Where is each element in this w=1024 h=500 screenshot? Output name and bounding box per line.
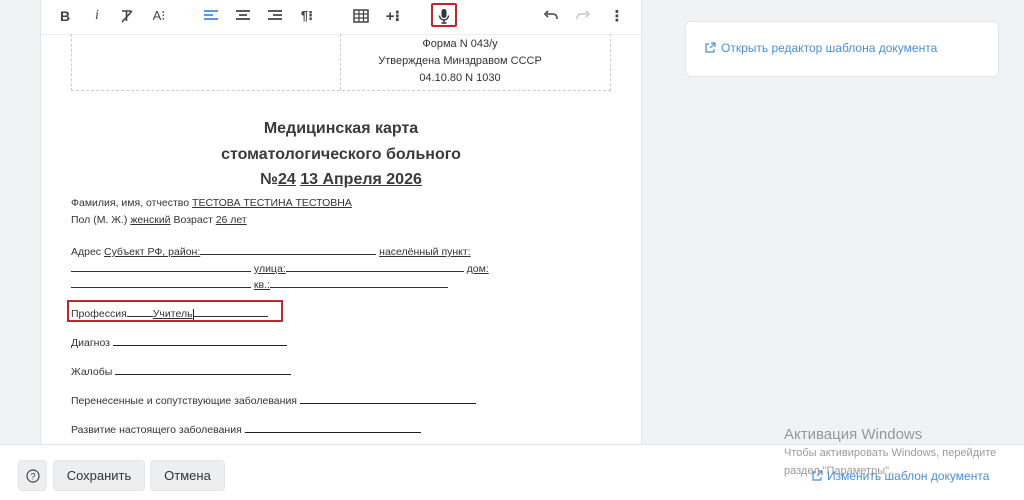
insert-icon: +⁝ — [385, 8, 401, 25]
help-button[interactable]: ? — [18, 460, 47, 491]
age-value: 26 лет — [215, 214, 247, 226]
complaints-label: Жалобы — [71, 366, 113, 378]
redo-icon — [576, 10, 591, 19]
card-number: 24 — [277, 171, 296, 188]
profession-row[interactable]: Профессия Учитель — [71, 306, 268, 320]
font-size-icon: A⁝ — [152, 8, 166, 23]
development-row: Развитие настоящего заболевания — [71, 422, 421, 436]
card-date: 13 Апреля 2026 — [300, 171, 422, 188]
editor-toolbar: B i A⁝ ¶⁝ +⁝ ⋮ — [41, 0, 641, 35]
align-left-button[interactable] — [201, 4, 221, 28]
bold-icon: B — [59, 8, 71, 24]
undo-icon — [543, 10, 558, 19]
diseases-label: Перенесенные и сопутствующие заболевания — [71, 395, 297, 407]
house-label: дом: — [466, 263, 489, 275]
house-blank[interactable] — [71, 277, 251, 288]
form-number: Форма N 043/у — [422, 38, 498, 50]
undo-button[interactable] — [541, 4, 561, 28]
profession-value[interactable]: Учитель — [153, 308, 193, 320]
open-template-editor-link[interactable]: Открыть редактор шаблона документа — [704, 41, 937, 55]
more-button[interactable]: ⋮ — [607, 4, 627, 28]
document-title-line2: стоматологического больного — [221, 146, 461, 163]
align-left-icon — [204, 10, 218, 20]
more-icon: ⋮ — [609, 8, 625, 25]
document-title-line1: Медицинская карта — [263, 120, 419, 137]
change-template-link[interactable]: Изменить шаблон документа — [811, 469, 989, 483]
diagnosis-row: Диагноз — [71, 335, 287, 349]
fio-value: ТЕСТОВА ТЕСТИНА ТЕСТОВНА — [192, 197, 352, 209]
external-link-icon — [705, 42, 716, 53]
profession-blank-trail — [193, 306, 268, 317]
sex-age-row: Пол (М. Ж.) женский Возраст 26 лет — [71, 214, 247, 226]
align-right-button[interactable] — [265, 4, 285, 28]
watermark-title: Активация Windows — [784, 426, 923, 443]
document-title-number: №24 13 Апреля 2026 — [41, 171, 641, 189]
open-template-editor-label: Открыть редактор шаблона документа — [721, 41, 938, 55]
form-date: 04.10.80 N 1030 — [419, 72, 501, 84]
clear-format-icon — [121, 10, 133, 23]
align-center-icon — [236, 10, 250, 20]
diseases-row: Перенесенные и сопутствующие заболевания — [71, 393, 476, 407]
fio-row: Фамилия, имя, отчество ТЕСТОВА ТЕСТИНА Т… — [71, 197, 352, 209]
italic-icon: i — [95, 8, 99, 23]
microphone-icon — [438, 9, 450, 24]
address-row-1: Адрес Субъект РФ, район: населённый пунк… — [71, 244, 471, 258]
development-blank[interactable] — [244, 422, 421, 433]
development-label: Развитие настоящего заболевания — [71, 424, 242, 436]
number-prefix: № — [260, 171, 278, 188]
diagnosis-blank[interactable] — [112, 335, 287, 346]
diagnosis-label: Диагноз — [71, 337, 110, 349]
address-label: Адрес — [71, 246, 102, 258]
italic-button[interactable]: i — [87, 4, 107, 28]
sex-value: женский — [130, 214, 171, 226]
fio-label: Фамилия, имя, отчество — [71, 197, 190, 209]
complaints-row: Жалобы — [71, 364, 292, 378]
template-card: Открыть редактор шаблона документа — [685, 21, 999, 77]
complaints-blank[interactable] — [115, 364, 292, 375]
document-editor[interactable]: B i A⁝ ¶⁝ +⁝ ⋮ Форма N 043/у Утверждена … — [40, 0, 642, 444]
redo-button[interactable] — [573, 4, 593, 28]
cancel-button[interactable]: Отмена — [150, 460, 225, 491]
align-center-button[interactable] — [233, 4, 253, 28]
save-button[interactable]: Сохранить — [53, 460, 145, 491]
help-icon: ? — [25, 468, 40, 483]
address-row-2: улица: дом: — [71, 261, 489, 275]
form-approved: Утверждена Минздравом СССР — [378, 55, 542, 67]
insert-button[interactable]: +⁝ — [383, 4, 403, 28]
change-template-label: Изменить шаблон документа — [827, 469, 990, 483]
bold-button[interactable]: B — [55, 4, 75, 28]
external-link-icon-2 — [812, 470, 823, 481]
age-label: Возраст — [173, 214, 213, 226]
paragraph-icon: ¶⁝ — [300, 8, 314, 23]
profession-blank-lead — [126, 306, 153, 317]
settlement-blank[interactable] — [71, 261, 251, 272]
address-row-3: кв.: — [71, 277, 448, 291]
document-page[interactable]: Форма N 043/у Утверждена Минздравом СССР… — [41, 34, 641, 444]
settlement-label: населённый пункт: — [379, 246, 471, 258]
microphone-button[interactable] — [434, 4, 454, 28]
apt-label: кв.: — [253, 279, 270, 291]
diseases-blank[interactable] — [299, 393, 476, 404]
svg-text:?: ? — [30, 471, 35, 481]
apt-blank[interactable] — [269, 277, 448, 288]
table-button[interactable] — [351, 4, 371, 28]
region-label: Субъект РФ, район: — [103, 246, 201, 258]
font-size-button[interactable]: A⁝ — [149, 4, 169, 28]
region-blank[interactable] — [200, 244, 377, 255]
street-blank[interactable] — [285, 261, 464, 272]
profession-label: Профессия — [71, 308, 127, 320]
clear-format-button[interactable] — [117, 4, 137, 28]
paragraph-button[interactable]: ¶⁝ — [297, 4, 317, 28]
table-icon — [353, 9, 369, 23]
street-label: улица: — [253, 263, 286, 275]
align-right-icon — [268, 10, 282, 20]
sex-label: Пол (М. Ж.) — [71, 214, 128, 226]
